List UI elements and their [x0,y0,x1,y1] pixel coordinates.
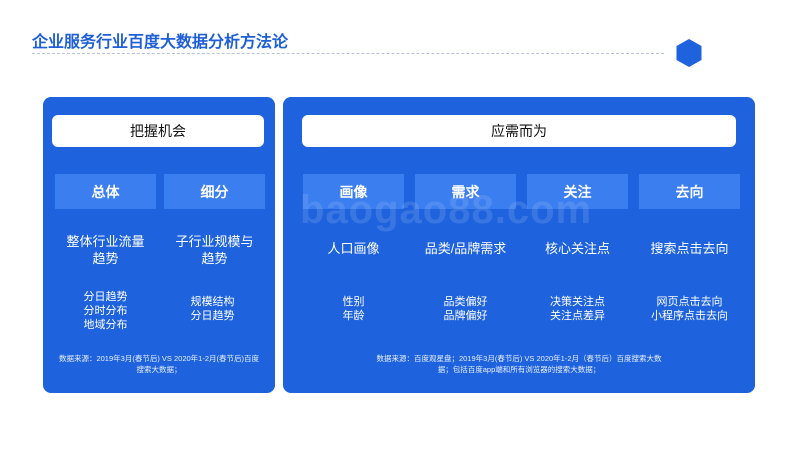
summary-line: 趋势 [92,251,119,266]
summary-text: 人口画像 [327,241,380,256]
hexagon-icon [676,39,702,67]
category-tile-segment: 细分 [164,174,265,209]
watermark: baogao88.com [300,188,593,232]
summary-line: 子行业规模与 [175,234,254,249]
summary-text: 子行业规模与 趋势 [158,233,271,267]
detail-list: 决策关注点 关注点差异 [515,295,640,323]
detail-item: 品类偏好 [443,296,488,308]
source-line: 搜索大数据； [136,365,182,374]
detail-list: 品类偏好 品牌偏好 [403,295,528,323]
left-panel-heading: 把握机会 [52,115,264,147]
summary-line: 整体行业流量 [66,234,145,249]
summary-text: 整体行业流量 趋势 [49,233,162,267]
detail-item: 网页点击去向 [656,296,723,308]
right-panel-heading: 应需而为 [302,115,736,147]
page-title: 企业服务行业百度大数据分析方法论 [32,34,289,51]
summary-line: 趋势 [201,251,228,266]
detail-list: 网页点击去向 小程序点击去向 [627,295,752,323]
category-tile-overall: 总体 [55,174,156,209]
detail-item: 性别 [342,296,365,308]
detail-list: 分日趋势 分时分布 地域分布 [49,290,162,332]
detail-item: 决策关注点 [550,296,605,308]
summary-text: 核心关注点 [544,241,610,256]
summary-text: 品类/品牌需求 [424,241,507,256]
detail-item: 分日趋势 [83,291,128,303]
detail-item: 分日趋势 [190,310,235,322]
right-panel: 应需而为 画像 需求 关注 去向 人口画像 品类/品牌需求 核心关注点 搜索点击… [283,97,755,393]
detail-item: 年龄 [342,310,365,322]
summary-text: 搜索点击去向 [650,241,729,256]
detail-item: 规模结构 [190,296,235,308]
left-panel: 把握机会 总体 细分 整体行业流量 趋势 子行业规模与 趋势 分日趋势 分时分布… [43,97,275,393]
detail-list: 性别 年龄 [291,295,416,323]
title-divider [32,53,664,54]
detail-item: 分时分布 [83,305,128,317]
source-line: 据；包括百度app端和所有浏览器的搜索大数据； [437,365,601,374]
source-line: 数据来源：百度观星盘；2019年3月(春节后) VS 2020年1-2月（春节后… [376,354,662,363]
detail-item: 关注点差异 [550,310,605,322]
detail-list: 规模结构 分日趋势 [156,295,269,323]
detail-item: 品牌偏好 [443,310,488,322]
detail-item: 地域分布 [83,319,128,331]
data-source-note: 数据来源：2019年3月(春节后) VS 2020年1-2月(春节后)百度 搜索… [43,353,275,375]
source-line: 数据来源：2019年3月(春节后) VS 2020年1-2月(春节后)百度 [58,354,260,363]
detail-item: 小程序点击去向 [651,310,728,322]
data-source-note: 数据来源：百度观星盘；2019年3月(春节后) VS 2020年1-2月（春节后… [323,353,715,375]
category-tile-destination: 去向 [639,174,740,209]
